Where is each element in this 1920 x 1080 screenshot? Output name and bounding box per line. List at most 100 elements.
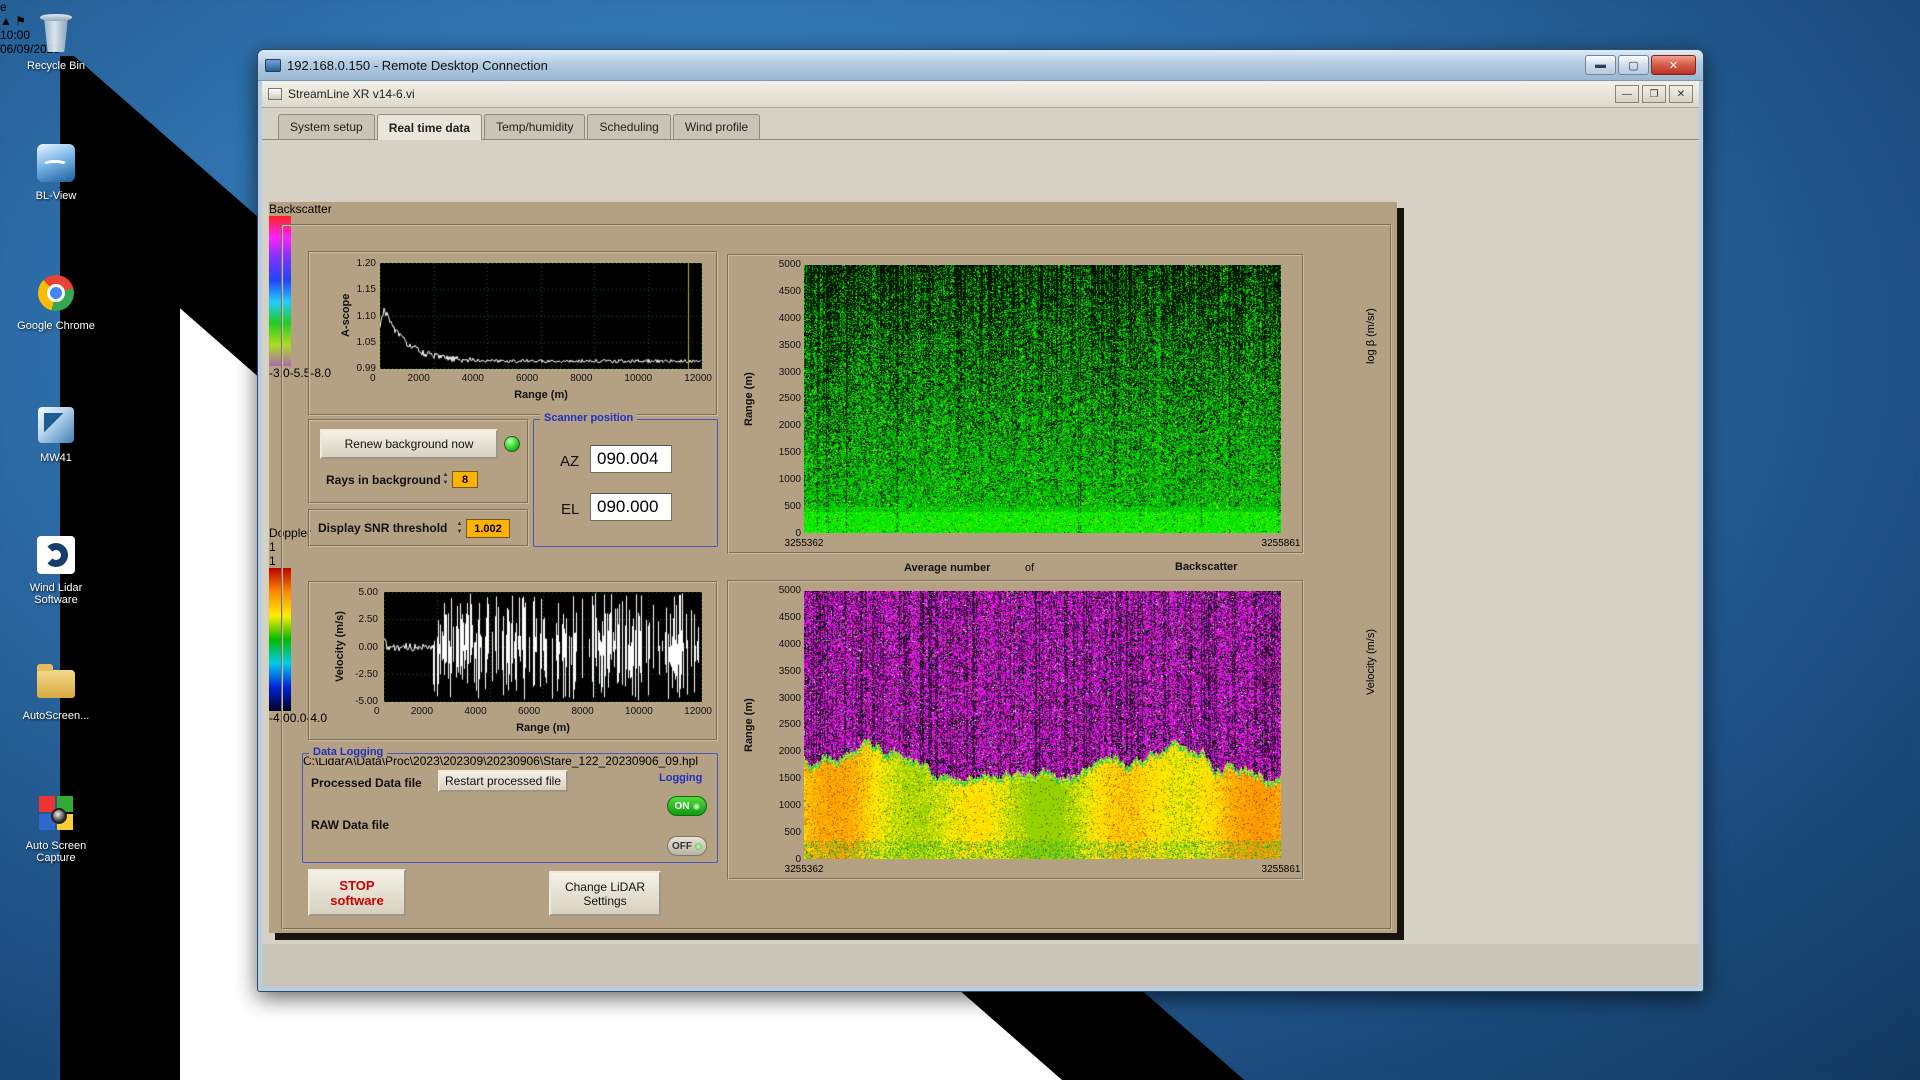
desktop-icon-label: Wind Lidar Software xyxy=(8,582,104,606)
desktop-icon-chrome[interactable]: Google Chrome xyxy=(8,270,104,332)
backscatter-title: Backscatter xyxy=(269,202,1397,216)
desktop-icon-label: MW41 xyxy=(8,452,104,464)
velocity-yticks: 5.002.500.00-2.50-5.00 xyxy=(338,587,378,707)
snr-spinner[interactable]: ▲▼ xyxy=(454,520,465,536)
folder-icon xyxy=(33,660,79,706)
off-led xyxy=(695,843,702,850)
renew-status-led xyxy=(504,436,520,452)
tab-real-time-data[interactable]: Real time data xyxy=(377,114,482,140)
app-close-button[interactable]: ✕ xyxy=(1669,85,1693,103)
rdc-minimize-button[interactable]: ▬ xyxy=(1585,55,1616,75)
renew-background-button[interactable]: Renew background now xyxy=(320,429,498,459)
tab-scheduling[interactable]: Scheduling xyxy=(587,114,670,139)
tick-label: 4500 xyxy=(779,612,801,623)
doppler-xtick-left: 3255362 xyxy=(785,864,824,875)
tick-label: 1.15 xyxy=(357,284,376,295)
data-logging-group: Data Logging Processed Data file Restart… xyxy=(302,753,718,863)
host-clock-time: 10:00 xyxy=(0,28,1920,42)
doppler-colorbar-label: Velocity (m/s) xyxy=(1365,592,1377,732)
tick-label: 1.05 xyxy=(357,337,376,348)
desktop-icon-label: Recycle Bin xyxy=(8,60,104,72)
processed-logging-toggle[interactable]: ON xyxy=(667,796,707,816)
desktop-icon-label: AutoScreen... xyxy=(8,710,104,722)
internet-explorer-icon: e xyxy=(0,0,7,14)
app-icon xyxy=(268,88,282,100)
az-value-field[interactable]: 090.004 xyxy=(590,445,672,473)
desktop-icon-auto-screen-capture[interactable]: Auto Screen Capture xyxy=(8,790,104,864)
tick-label: 10000 xyxy=(625,706,653,717)
rdc-maximize-button[interactable]: ▢ xyxy=(1618,55,1649,75)
snr-threshold-group: Display SNR threshold ▲▼ 1.002 xyxy=(308,509,529,547)
tick-label: 2000 xyxy=(779,746,801,757)
tab-strip: System setup Real time data Temp/humidit… xyxy=(262,108,1699,140)
tick-label: 1.10 xyxy=(357,311,376,322)
logging-label: Logging xyxy=(659,772,702,784)
tick-label: 5.00 xyxy=(359,587,378,598)
desktop-icon-bl-view[interactable]: BL-View xyxy=(8,140,104,202)
rdc-titlebar[interactable]: 192.168.0.150 - Remote Desktop Connectio… xyxy=(258,50,1703,81)
app-restore-button[interactable]: ❐ xyxy=(1642,85,1666,103)
desktop-icon-recycle-bin[interactable]: Recycle Bin xyxy=(8,10,104,72)
off-label: OFF xyxy=(672,841,692,852)
doppler-ylabel: Range (m) xyxy=(743,591,755,859)
desktop-icon-mw41[interactable]: MW41 xyxy=(8,402,104,464)
rdc-close-button[interactable]: ✕ xyxy=(1651,55,1696,75)
tab-system-setup[interactable]: System setup xyxy=(278,114,375,139)
velocity-plot-canvas xyxy=(384,592,702,702)
mw41-icon xyxy=(33,402,79,448)
average-number-label: Average number xyxy=(904,562,990,574)
ascope-plot-canvas xyxy=(380,263,702,369)
snr-threshold-label: Display SNR threshold xyxy=(318,521,447,535)
app-minimize-button[interactable]: — xyxy=(1615,85,1639,103)
background-controls-group: Renew background now Rays in background … xyxy=(308,419,529,504)
chrome-icon xyxy=(33,270,79,316)
doppler-xtick-right: 3255861 xyxy=(1262,864,1301,875)
rays-in-background-label: Rays in background xyxy=(326,473,441,487)
el-label: EL xyxy=(561,501,579,518)
raw-data-file-label: RAW Data file xyxy=(311,818,389,832)
tick-label: 6000 xyxy=(518,706,540,717)
restart-processed-file-button[interactable]: Restart processed file xyxy=(438,770,568,792)
snr-value-field[interactable]: 1.002 xyxy=(466,519,510,538)
change-lidar-settings-button[interactable]: Change LiDAR Settings xyxy=(549,871,661,916)
app-titlebar[interactable]: StreamLine XR v14-6.vi — ❐ ✕ xyxy=(262,81,1699,108)
tick-label: 5000 xyxy=(779,585,801,596)
bl-view-icon xyxy=(33,140,79,186)
rays-value-field[interactable]: 8 xyxy=(452,471,478,488)
tick-label: 2000 xyxy=(779,420,801,431)
az-label: AZ xyxy=(560,453,579,470)
tick-label: 1500 xyxy=(779,773,801,784)
tick-label: 4000 xyxy=(779,313,801,324)
velocity-xlabel: Range (m) xyxy=(384,722,702,734)
desktop-icon-wind-lidar[interactable]: Wind Lidar Software xyxy=(8,532,104,606)
tab-wind-profile[interactable]: Wind profile xyxy=(673,114,760,139)
auto-screen-capture-icon xyxy=(33,790,79,836)
desktop-icon-autoscreen-folder[interactable]: AutoScreen... xyxy=(8,660,104,722)
on-led xyxy=(693,803,700,810)
front-panel: A-scope 1.201.151.101.050.99 02000400060… xyxy=(268,201,1397,933)
doppler-heatmap-canvas xyxy=(804,591,1281,859)
backscatter-heatmap-canvas xyxy=(804,265,1281,533)
scanner-position-title: Scanner position xyxy=(540,412,637,424)
tab-temp-humidity[interactable]: Temp/humidity xyxy=(484,114,585,139)
tick-label: 500 xyxy=(784,827,801,838)
backscatter-colorbar-label: log β (m/sr) xyxy=(1365,264,1377,408)
tick-label: 10000 xyxy=(624,373,652,384)
backscatter-xtick-left: 3255362 xyxy=(785,538,824,549)
tick-label: 8000 xyxy=(570,373,592,384)
tick-label: 12000 xyxy=(684,706,712,717)
tick-label: 4000 xyxy=(779,639,801,650)
tick-label: 5000 xyxy=(779,259,801,270)
rdc-icon xyxy=(265,59,281,72)
tick-label: 4000 xyxy=(464,706,486,717)
rays-spinner[interactable]: ▲▼ xyxy=(440,471,451,487)
stop-software-button[interactable]: STOP software xyxy=(308,869,406,916)
remote-desktop-client: StreamLine XR v14-6.vi — ❐ ✕ System setu… xyxy=(262,81,1699,987)
el-value-field[interactable]: 090.000 xyxy=(590,493,672,521)
of-label: of xyxy=(1025,562,1034,574)
tick-label: 2000 xyxy=(408,373,430,384)
velocity-plot-group: Velocity (m/s) 5.002.500.00-2.50-5.00 02… xyxy=(308,581,718,741)
backscatter-yticks: 5000450040003500300025002000150010005000 xyxy=(763,259,801,539)
taskbar-ie[interactable]: e xyxy=(0,0,1920,14)
raw-logging-toggle[interactable]: OFF xyxy=(667,836,707,856)
